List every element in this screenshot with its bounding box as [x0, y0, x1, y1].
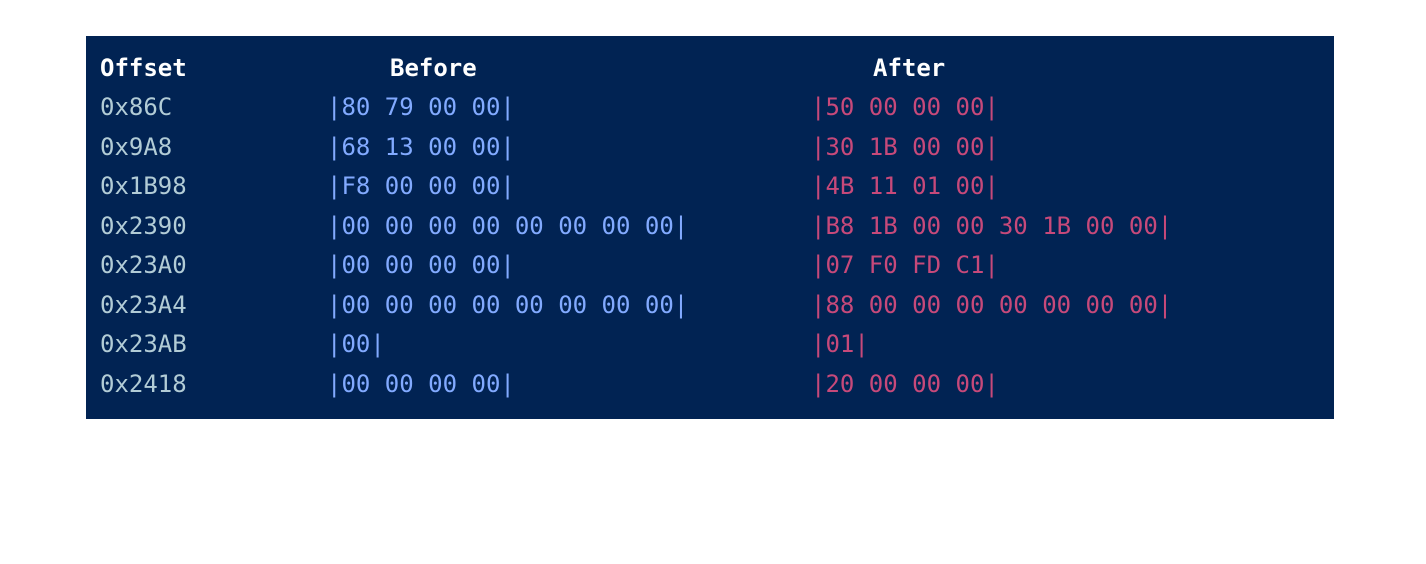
before-bytes: |F8 00 00 00|	[327, 172, 515, 200]
before-bytes: |00 00 00 00 00 00 00 00|	[327, 291, 689, 319]
before-header: Before	[390, 54, 477, 82]
offset-cell: 0x9A8	[100, 133, 173, 161]
offset-cell: 0x1B98	[100, 172, 187, 200]
before-bytes: |00 00 00 00 00 00 00 00|	[327, 212, 689, 240]
offset-cell: 0x23A4	[100, 291, 187, 319]
header-row: Offset Before After	[86, 48, 1334, 88]
before-bytes: |00 00 00 00|	[327, 370, 515, 398]
before-bytes: |00 00 00 00|	[327, 251, 515, 279]
before-bytes: |00|	[327, 330, 385, 358]
table-row: 0x2390 |00 00 00 00 00 00 00 00| |B8 1B …	[86, 206, 1334, 246]
before-bytes: |68 13 00 00|	[327, 133, 515, 161]
offset-cell: 0x2418	[100, 370, 187, 398]
offset-cell: 0x23AB	[100, 330, 187, 358]
after-header: After	[873, 54, 946, 82]
table-row: 0x23AB |00| |01|	[86, 324, 1334, 364]
before-bytes: |80 79 00 00|	[327, 93, 515, 121]
after-bytes: |07 F0 FD C1|	[811, 251, 999, 279]
table-row: 0x1B98 |F8 00 00 00| |4B 11 01 00|	[86, 166, 1334, 206]
table-row: 0x23A0 |00 00 00 00| |07 F0 FD C1|	[86, 245, 1334, 285]
after-bytes: |4B 11 01 00|	[811, 172, 999, 200]
table-row: 0x23A4 |00 00 00 00 00 00 00 00| |88 00 …	[86, 285, 1334, 325]
hex-diff-panel: Offset Before After 0x86C |80 79 00 00| …	[86, 36, 1334, 419]
after-bytes: |50 00 00 00|	[811, 93, 999, 121]
offset-cell: 0x23A0	[100, 251, 187, 279]
offset-cell: 0x86C	[100, 93, 173, 121]
after-bytes: |B8 1B 00 00 30 1B 00 00|	[811, 212, 1173, 240]
after-bytes: |30 1B 00 00|	[811, 133, 999, 161]
table-row: 0x86C |80 79 00 00| |50 00 00 00|	[86, 87, 1334, 127]
table-row: 0x9A8 |68 13 00 00| |30 1B 00 00|	[86, 127, 1334, 167]
after-bytes: |20 00 00 00|	[811, 370, 999, 398]
table-row: 0x2418 |00 00 00 00| |20 00 00 00|	[86, 364, 1334, 404]
after-bytes: |01|	[811, 330, 869, 358]
offset-header: Offset	[100, 54, 187, 82]
offset-cell: 0x2390	[100, 212, 187, 240]
after-bytes: |88 00 00 00 00 00 00 00|	[811, 291, 1173, 319]
